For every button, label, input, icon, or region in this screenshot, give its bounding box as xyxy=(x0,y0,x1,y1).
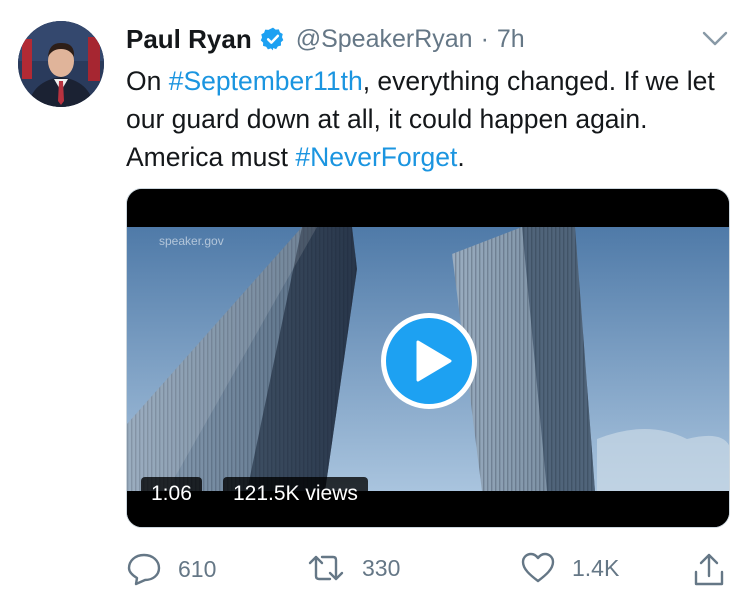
retweet-count: 330 xyxy=(362,554,401,581)
video-views: 121.5K views xyxy=(223,477,368,511)
caret-down-icon[interactable] xyxy=(702,30,728,48)
tweet[interactable]: Paul Ryan @SpeakerRyan · 7h On #Septembe… xyxy=(0,0,750,603)
separator-dot: · xyxy=(480,24,489,53)
hashtag-link[interactable]: #September11th xyxy=(169,66,363,96)
retweet-icon xyxy=(308,555,344,581)
video-duration: 1:06 xyxy=(141,477,202,511)
share-button[interactable] xyxy=(692,552,726,588)
like-count: 1.4K xyxy=(572,554,620,581)
video-watermark: speaker.gov xyxy=(159,234,224,248)
tweet-text: On #September11th, everything changed. I… xyxy=(126,62,736,176)
share-icon xyxy=(694,553,724,586)
like-button[interactable]: 1.4K xyxy=(520,552,619,584)
action-bar: 610 330 1.4K xyxy=(126,552,736,592)
tweet-text-part: On xyxy=(126,66,169,96)
reply-icon xyxy=(127,553,161,586)
like-icon xyxy=(521,552,555,583)
author-handle[interactable]: @SpeakerRyan xyxy=(296,25,473,54)
timestamp[interactable]: 7h xyxy=(497,25,525,54)
retweet-button[interactable]: 330 xyxy=(306,552,400,584)
avatar[interactable] xyxy=(18,21,104,107)
tweet-header: Paul Ryan @SpeakerRyan · 7h xyxy=(126,22,525,56)
author-name[interactable]: Paul Ryan xyxy=(126,24,252,55)
play-icon xyxy=(416,340,452,382)
hashtag-link[interactable]: #NeverForget xyxy=(295,142,457,172)
reply-button[interactable]: 610 xyxy=(126,552,216,586)
verified-badge-icon xyxy=(260,27,284,51)
reply-count: 610 xyxy=(178,555,217,582)
tweet-text-part: . xyxy=(457,142,465,172)
video-player[interactable]: speaker.gov 1:06 121.5K views xyxy=(126,188,730,528)
play-button[interactable] xyxy=(381,313,477,409)
